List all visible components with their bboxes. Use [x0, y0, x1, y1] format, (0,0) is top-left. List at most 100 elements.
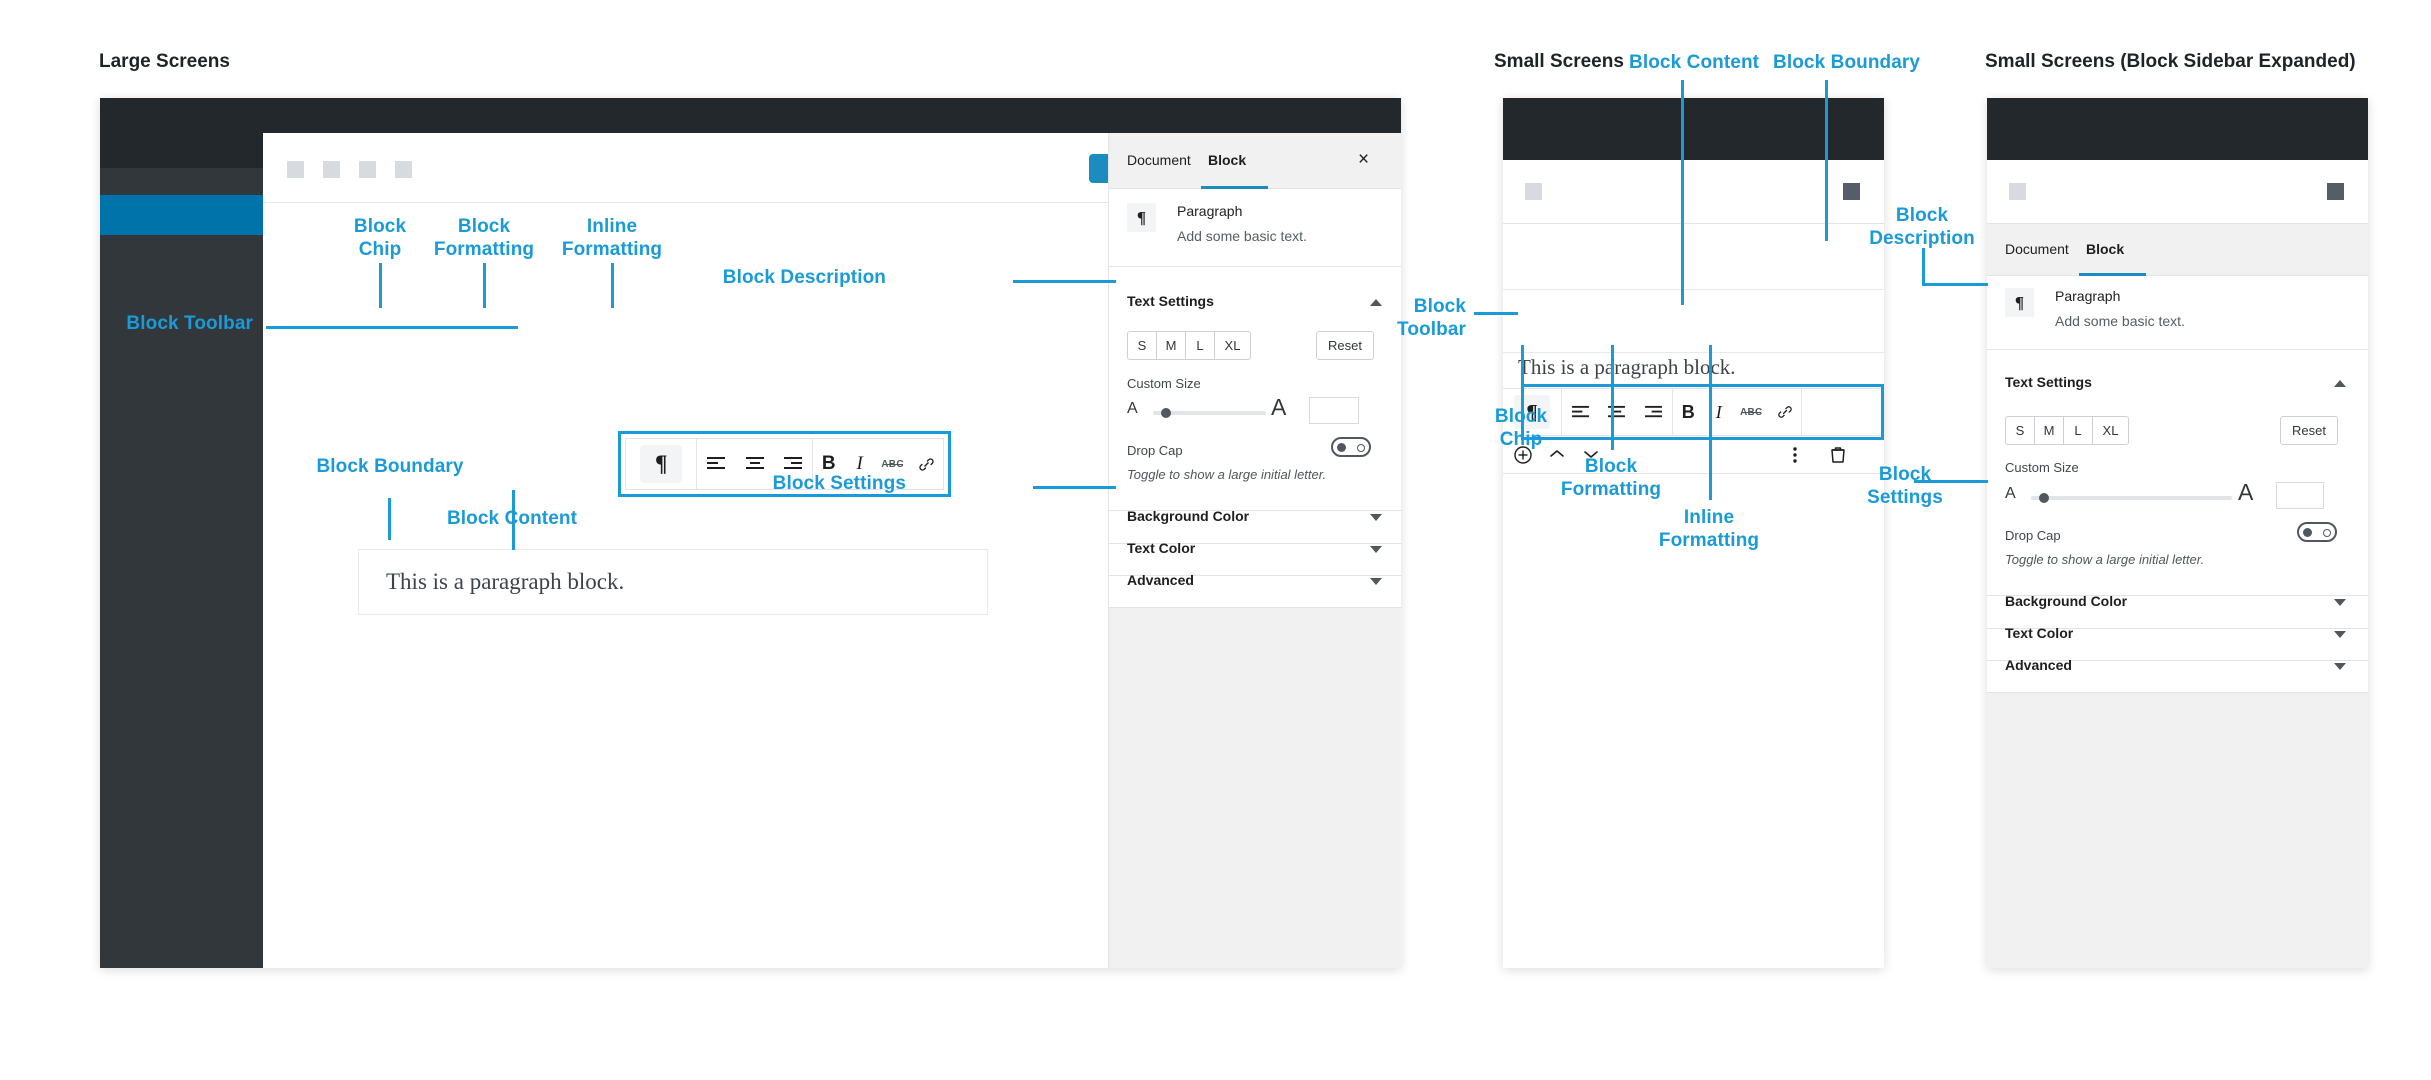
block-description-text: Add some basic text. [2055, 313, 2185, 329]
drop-cap-help: Toggle to show a large initial letter. [1127, 467, 1327, 482]
anno-leader-inline-formatting [611, 263, 614, 308]
chevron-down-icon[interactable] [2334, 599, 2346, 606]
custom-size-input[interactable] [2276, 482, 2324, 509]
panel-advanced[interactable]: Advanced [1127, 572, 1194, 588]
editor-header [1987, 160, 2368, 224]
chevron-down-icon[interactable] [2334, 631, 2346, 638]
block-description-text: Add some basic text. [1177, 228, 1307, 244]
sidebar-tabs: Document Block [1987, 224, 2368, 276]
drop-cap-toggle[interactable] [1331, 437, 1371, 457]
anno-leader-block-chip [379, 263, 382, 308]
font-size-l[interactable]: L [2063, 416, 2093, 445]
editor-toolbar-placeholder-4[interactable] [395, 161, 412, 178]
settings-gear-icon[interactable] [2327, 183, 2344, 200]
small-a-label: A [1127, 400, 1138, 417]
anno-block-description: Block Description [1869, 205, 1975, 250]
font-size-s[interactable]: S [1127, 331, 1157, 360]
strikethrough-button[interactable]: ABC [1736, 395, 1766, 429]
drop-cap-label: Drop Cap [2005, 528, 2061, 543]
editor-toolbar-placeholder-3[interactable] [359, 161, 376, 178]
panel-advanced[interactable]: Advanced [2005, 657, 2072, 673]
chevron-down-icon[interactable] [2334, 663, 2346, 670]
block-content[interactable]: This is a paragraph block. [1518, 355, 1736, 380]
font-size-slider-track[interactable] [2031, 496, 2232, 500]
anno-block-description: Block Description [722, 267, 886, 288]
paragraph-icon[interactable]: ¶ [640, 445, 683, 483]
admin-bar [1987, 98, 2368, 160]
font-size-xl[interactable]: XL [1214, 331, 1251, 360]
text-settings-title[interactable]: Text Settings [2005, 374, 2092, 390]
anno-block-chip: Block Chip [1494, 406, 1548, 451]
kebab-menu-icon[interactable] [1793, 447, 1797, 463]
font-size-l[interactable]: L [1185, 331, 1215, 360]
anno-leader-block-settings [1033, 486, 1116, 489]
anno-leader-inline-formatting [1709, 345, 1712, 500]
chevron-up-icon[interactable] [2334, 380, 2346, 387]
link-icon[interactable] [913, 445, 941, 483]
anno-block-content: Block Content [446, 508, 578, 529]
drop-cap-help: Toggle to show a large initial letter. [2005, 552, 2205, 567]
align-left-icon[interactable] [1565, 395, 1595, 429]
anno-block-boundary: Block Boundary [1773, 52, 1921, 73]
close-icon[interactable]: × [1358, 150, 1369, 169]
font-size-s[interactable]: S [2005, 416, 2035, 445]
block-content[interactable]: This is a paragraph block. [386, 569, 624, 595]
custom-size-label: Custom Size [2005, 460, 2079, 475]
admin-menu-current-item[interactable] [100, 195, 263, 235]
drop-cap-label: Drop Cap [1127, 443, 1183, 458]
anno-block-settings: Block Settings [772, 473, 906, 494]
editor-menu-icon[interactable] [1525, 183, 1542, 200]
font-size-slider-knob[interactable] [2039, 493, 2049, 503]
bold-button[interactable]: B [1675, 395, 1701, 429]
block-boundary[interactable] [1503, 289, 1884, 353]
anno-block-settings: Block Settings [1867, 464, 1943, 509]
trash-icon[interactable] [1830, 446, 1846, 464]
editor-toolbar-placeholder-1[interactable] [287, 161, 304, 178]
chevron-down-icon[interactable] [1370, 578, 1382, 585]
font-size-m[interactable]: M [1156, 331, 1186, 360]
anno-leader-block-chip [1521, 345, 1524, 400]
font-size-m[interactable]: M [2034, 416, 2064, 445]
anno-block-boundary: Block Boundary [316, 456, 464, 477]
anno-block-toolbar: Block Toolbar [1397, 296, 1466, 341]
font-size-xl[interactable]: XL [2092, 416, 2129, 445]
tab-document[interactable]: Document [1127, 152, 1191, 168]
font-size-slider-knob[interactable] [1161, 408, 1171, 418]
panel-background-color[interactable]: Background Color [1127, 508, 1249, 524]
anno-leader-block-settings [1914, 480, 1988, 483]
settings-sidebar: Document Block × ¶ Paragraph Add some ba… [1108, 133, 1402, 968]
reset-button[interactable]: Reset [1316, 331, 1374, 360]
custom-size-input[interactable] [1309, 397, 1359, 424]
panel-background-color[interactable]: Background Color [2005, 593, 2127, 609]
text-settings-title[interactable]: Text Settings [1127, 293, 1214, 309]
align-right-icon[interactable] [1639, 395, 1669, 429]
settings-sidebar: Document Block ¶ Paragraph Add some basi… [1987, 224, 2368, 968]
anno-block-toolbar: Block Toolbar [126, 313, 253, 334]
chevron-down-icon[interactable] [1370, 514, 1382, 521]
sidebar-empty-area [1987, 693, 2368, 968]
drop-cap-toggle-knob [1337, 443, 1346, 452]
block-chip-group: ¶ [626, 439, 698, 489]
small-screen-expanded-frame: Document Block ¶ Paragraph Add some basi… [1987, 98, 2368, 968]
tab-document[interactable]: Document [2005, 241, 2069, 257]
anno-leader-block-formatting [1611, 345, 1614, 450]
link-icon[interactable] [1771, 395, 1799, 429]
anno-inline-formatting: Inline Formatting [1658, 507, 1760, 552]
reset-button[interactable]: Reset [2280, 416, 2338, 445]
panel-text-color[interactable]: Text Color [2005, 625, 2073, 641]
inline-formatting-group: B I ABC [1673, 389, 1802, 435]
chevron-down-icon[interactable] [1370, 546, 1382, 553]
tab-block[interactable]: Block [2086, 241, 2124, 257]
editor-menu-icon[interactable] [2009, 183, 2026, 200]
tab-block[interactable]: Block [1208, 152, 1246, 168]
settings-gear-icon[interactable] [1843, 183, 1860, 200]
panel-text-color[interactable]: Text Color [1127, 540, 1195, 556]
section-title-small-expanded: Small Screens (Block Sidebar Expanded) [1985, 51, 2356, 72]
drop-cap-toggle[interactable] [2297, 522, 2337, 542]
block-description-section: ¶ Paragraph Add some basic text. [1987, 276, 2368, 350]
section-title-small: Small Screens [1494, 51, 1624, 72]
editor-toolbar-placeholder-2[interactable] [323, 161, 340, 178]
anno-leader-block-content [1681, 80, 1684, 305]
align-center-icon[interactable] [1602, 395, 1632, 429]
block-formatting-group [1562, 389, 1673, 435]
